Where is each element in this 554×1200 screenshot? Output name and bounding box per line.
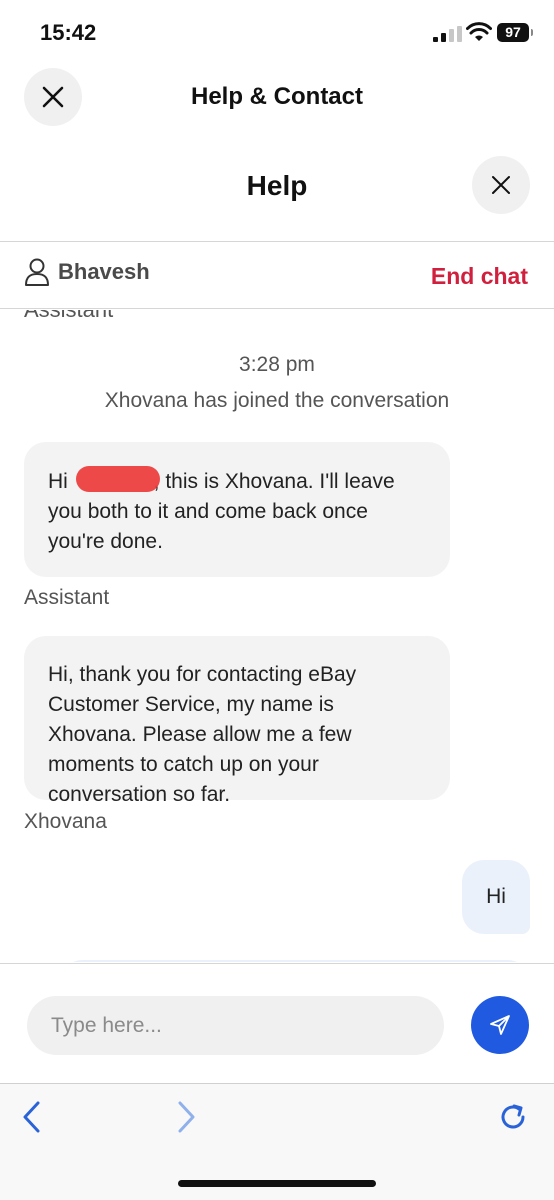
divider <box>0 308 554 309</box>
chat-bar: Bhavesh End chat <box>0 244 554 308</box>
message-input[interactable] <box>27 996 444 1055</box>
message-bubble: Hi, thank you for contacting eBay Custom… <box>24 636 450 806</box>
cellular-signal-icon <box>433 26 462 42</box>
forward-arrow-icon[interactable] <box>168 1100 202 1134</box>
send-button[interactable] <box>471 996 529 1054</box>
user-message-bubble: Hi <box>462 860 530 934</box>
message-text: Hi <box>486 885 506 908</box>
battery-indicator: 97 <box>497 23 533 42</box>
end-chat-button[interactable]: End chat <box>431 263 528 290</box>
help-header: Help <box>0 150 554 240</box>
chat-user-name: Bhavesh <box>58 259 150 284</box>
status-time: 15:42 <box>40 20 97 45</box>
composer <box>0 964 554 1082</box>
close-icon <box>42 86 64 108</box>
chat-timestamp: 3:28 pm <box>239 353 315 376</box>
close-icon <box>492 176 510 194</box>
redaction-mark <box>75 466 160 492</box>
message-bubble: Hi , this is Xhovana. I'll leave you bot… <box>24 442 450 577</box>
sender-label: Xhovana <box>24 810 107 833</box>
home-indicator <box>178 1180 376 1187</box>
chat-transcript[interactable]: Assistant 3:28 pm Xhovana has joined the… <box>0 310 554 962</box>
back-arrow-icon[interactable] <box>16 1100 50 1134</box>
sender-label: Assistant <box>24 586 110 609</box>
sender-label: Assistant <box>24 310 113 323</box>
help-close-button[interactable] <box>472 156 530 214</box>
message-text: Hi, thank you for contacting eBay Custom… <box>48 663 357 806</box>
refresh-icon[interactable] <box>496 1100 530 1134</box>
system-message: Xhovana has joined the conversation <box>104 389 450 412</box>
page-title: Help & Contact <box>190 83 363 110</box>
top-nav: Help & Contact <box>0 62 554 134</box>
status-bar: 15:42 97 <box>0 0 554 62</box>
divider <box>0 241 554 242</box>
send-icon <box>490 1015 510 1035</box>
user-icon <box>25 258 49 286</box>
message-prefix: Hi <box>48 470 74 493</box>
message-bubble <box>62 960 528 962</box>
close-button[interactable] <box>24 68 82 126</box>
help-title: Help <box>246 170 308 201</box>
wifi-icon <box>466 22 492 41</box>
